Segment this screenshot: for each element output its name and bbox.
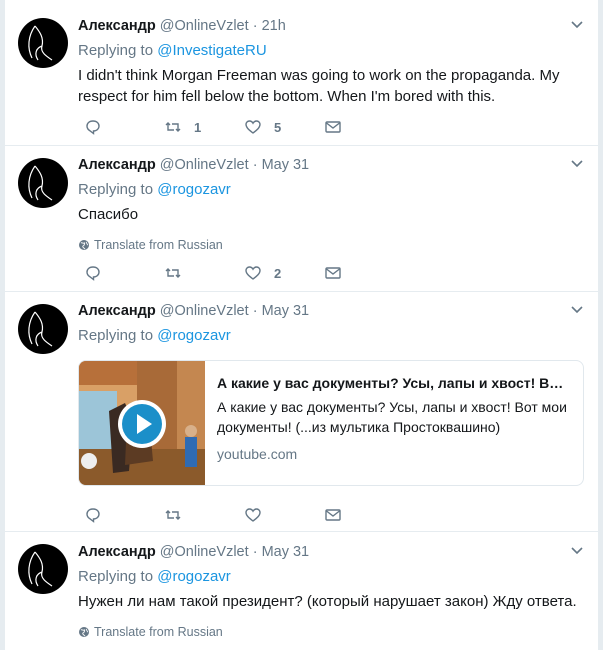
replying-to: Replying to @InvestigateRU	[78, 41, 588, 61]
display-name[interactable]: Александр	[78, 544, 156, 560]
like-button[interactable]	[244, 505, 262, 525]
display-name[interactable]: Александр	[78, 157, 156, 173]
direct-message-button[interactable]	[324, 263, 342, 283]
like-icon	[245, 508, 261, 522]
reply-icon	[86, 508, 100, 523]
timeline: Александр @OnlineVzlet · 21h Replying to…	[4, 0, 599, 650]
like-button[interactable]: 5	[244, 117, 281, 137]
direct-message-button[interactable]	[324, 505, 342, 525]
mention-link[interactable]: @rogozavr	[157, 327, 231, 344]
direct-message-icon	[325, 121, 341, 133]
direct-message-button[interactable]	[324, 117, 342, 137]
direct-message-icon	[325, 509, 341, 521]
tweet-header: Александр @OnlineVzlet · May 31	[78, 542, 588, 562]
replying-to: Replying to @rogozavr	[78, 326, 588, 346]
retweet-icon	[165, 510, 181, 520]
translate-label[interactable]: Translate from Russian	[94, 237, 223, 253]
avatar[interactable]	[18, 544, 68, 594]
username[interactable]: @OnlineVzlet	[160, 303, 249, 319]
replying-to: Replying to @rogozavr	[78, 180, 588, 200]
reply-button[interactable]	[84, 117, 102, 137]
replying-to-label: Replying to	[78, 568, 154, 585]
replying-to-label: Replying to	[78, 42, 154, 59]
tweet-header: Александр @OnlineVzlet · May 31	[78, 155, 588, 175]
tweet-text: Спасибо	[78, 206, 139, 223]
reply-icon	[86, 120, 100, 135]
globe-icon	[79, 627, 89, 637]
reply-button[interactable]	[84, 263, 102, 283]
like-count: 5	[274, 119, 282, 135]
separator: ·	[252, 303, 258, 319]
like-count: 2	[274, 265, 282, 281]
translate-link[interactable]: Translate from Russian	[78, 237, 588, 253]
card-domain: youtube.com	[217, 446, 298, 462]
tweet[interactable]: Александр @OnlineVzlet · May 31 Replying…	[5, 532, 598, 650]
caret-down-icon[interactable]	[570, 544, 584, 558]
tweet[interactable]: Александр @OnlineVzlet · May 31 Replying…	[5, 292, 598, 532]
retweet-count: 1	[194, 119, 202, 135]
timestamp[interactable]: 21h	[262, 18, 286, 34]
like-button[interactable]: 2	[244, 263, 281, 283]
mention-link[interactable]: @rogozavr	[157, 181, 231, 198]
avatar[interactable]	[18, 304, 68, 354]
retweet-button[interactable]	[164, 263, 182, 283]
tweet-text: I didn't think Morgan Freeman was going …	[78, 67, 560, 105]
retweet-button[interactable]: 1	[164, 117, 201, 137]
globe-icon	[79, 240, 89, 250]
avatar[interactable]	[18, 18, 68, 68]
translate-label[interactable]: Translate from Russian	[94, 624, 223, 640]
reply-icon	[86, 266, 100, 281]
tweet-text: Нужен ли нам такой президент? (который н…	[78, 593, 577, 610]
retweet-button[interactable]	[164, 505, 182, 525]
display-name[interactable]: Александр	[78, 303, 156, 319]
replying-to-label: Replying to	[78, 327, 154, 344]
avatar[interactable]	[18, 158, 68, 208]
mention-link[interactable]: @InvestigateRU	[157, 42, 266, 59]
username[interactable]: @OnlineVzlet	[160, 544, 249, 560]
direct-message-icon	[325, 267, 341, 279]
username[interactable]: @OnlineVzlet	[160, 18, 249, 34]
replying-to-label: Replying to	[78, 181, 154, 198]
reply-button[interactable]	[84, 505, 102, 525]
card-title[interactable]: А какие у вас документы? Усы, лапы и хво…	[217, 374, 571, 393]
like-icon	[245, 120, 261, 134]
mention-link[interactable]: @rogozavr	[157, 568, 231, 585]
tweet-header: Александр @OnlineVzlet · May 31	[78, 301, 588, 321]
retweet-icon	[165, 268, 181, 278]
tweet[interactable]: Александр @OnlineVzlet · May 31 Replying…	[5, 146, 598, 292]
timestamp[interactable]: May 31	[262, 303, 310, 319]
separator: ·	[252, 544, 258, 560]
like-icon	[245, 266, 261, 280]
separator: ·	[252, 18, 258, 34]
username[interactable]: @OnlineVzlet	[160, 157, 249, 173]
caret-down-icon[interactable]	[570, 18, 584, 32]
video-thumbnail[interactable]	[79, 361, 205, 485]
caret-down-icon[interactable]	[570, 157, 584, 171]
translate-link[interactable]: Translate from Russian	[78, 624, 588, 640]
retweet-icon	[165, 122, 181, 132]
timestamp[interactable]: May 31	[262, 544, 310, 560]
replying-to: Replying to @rogozavr	[78, 567, 588, 587]
tweet[interactable]: Александр @OnlineVzlet · 21h Replying to…	[5, 0, 598, 146]
display-name[interactable]: Александр	[78, 18, 156, 34]
separator: ·	[252, 157, 258, 173]
timestamp[interactable]: May 31	[262, 157, 310, 173]
link-preview-card[interactable]: А какие у вас документы? Усы, лапы и хво…	[78, 360, 584, 486]
play-icon[interactable]	[117, 399, 167, 449]
tweet-header: Александр @OnlineVzlet · 21h	[78, 16, 588, 36]
caret-down-icon[interactable]	[570, 303, 584, 317]
card-description: А какие у вас документы? Усы, лапы и хво…	[217, 399, 567, 435]
